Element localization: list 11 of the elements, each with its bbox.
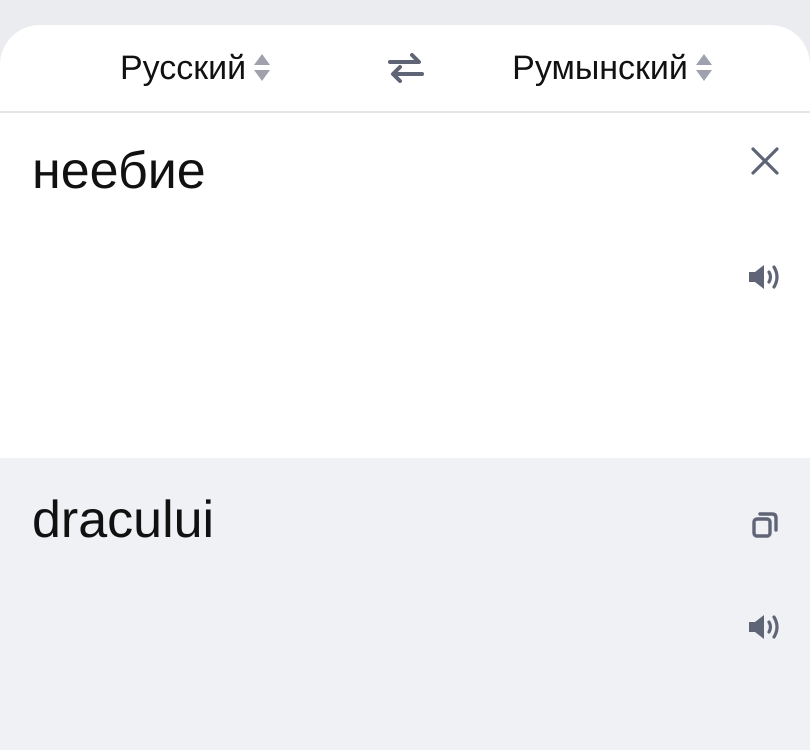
sort-arrows-icon [254, 54, 270, 82]
sort-arrows-icon [696, 54, 712, 82]
speaker-icon[interactable] [749, 614, 781, 640]
speaker-icon[interactable] [749, 264, 781, 290]
close-icon[interactable] [751, 147, 779, 175]
swap-arrows-icon[interactable] [388, 52, 424, 84]
copy-icon[interactable] [752, 512, 778, 538]
translation-text: dracului [32, 490, 216, 551]
target-language-selector[interactable]: Румынский [512, 48, 712, 88]
source-language-selector[interactable]: Русский [120, 48, 270, 88]
source-text-field[interactable]: неебие [32, 141, 748, 458]
